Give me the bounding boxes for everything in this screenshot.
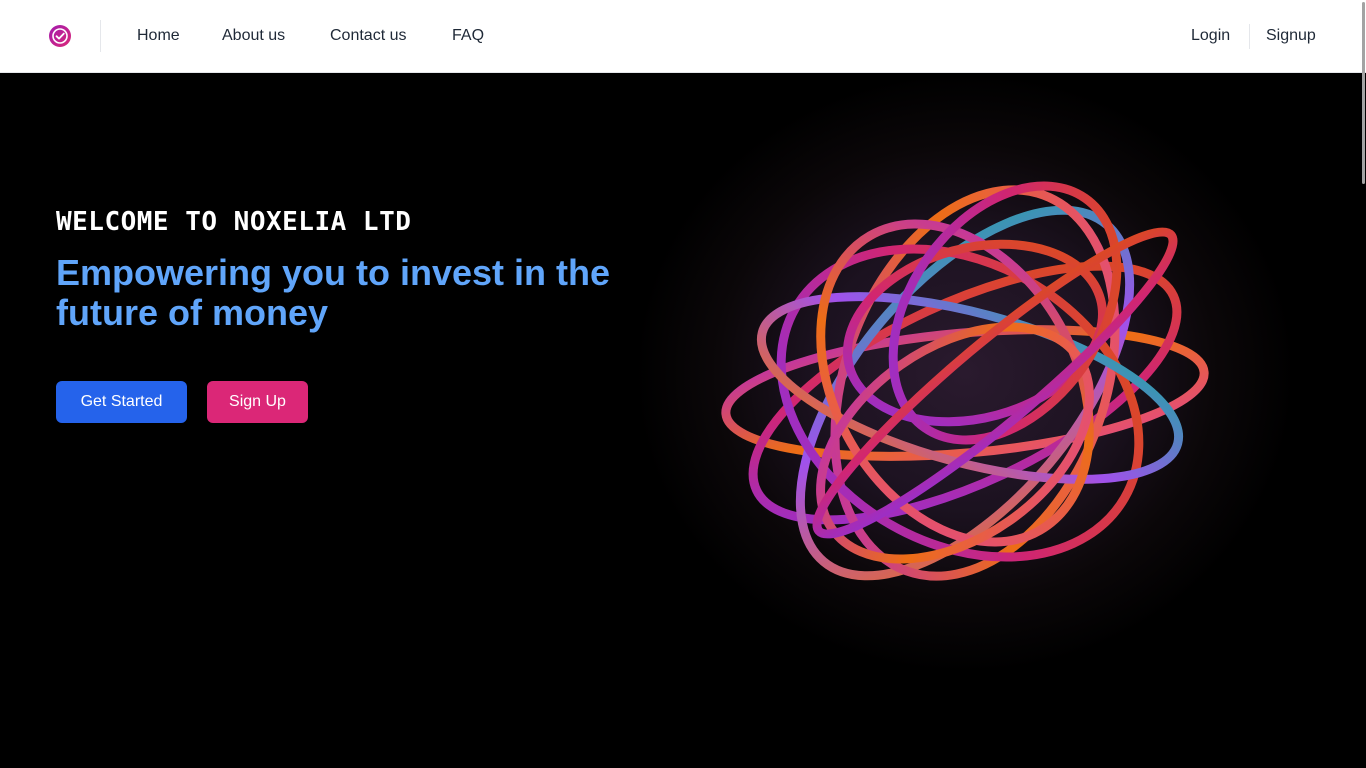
hero-section: WELCOME TO NOXELIA LTD Empowering you to… [0, 73, 1366, 768]
auth-divider [1249, 24, 1250, 49]
nav-about-link[interactable]: About us [222, 26, 285, 46]
nav-contact-link[interactable]: Contact us [330, 26, 406, 46]
hero-headline: Empowering you to invest in the future o… [56, 252, 611, 333]
scrollbar-thumb[interactable] [1362, 2, 1365, 184]
nav-faq-link[interactable]: FAQ [452, 26, 484, 46]
welcome-heading: WELCOME TO NOXELIA LTD [56, 207, 412, 237]
hero-ribbon-illustration [721, 181, 1209, 581]
scrollbar[interactable] [1360, 0, 1366, 768]
sign-up-button[interactable]: Sign Up [207, 381, 308, 423]
get-started-button[interactable]: Get Started [56, 381, 187, 423]
nav-home-link[interactable]: Home [137, 26, 180, 46]
top-navbar: Home About us Contact us FAQ Login Signu… [0, 0, 1366, 73]
logo-icon[interactable] [48, 24, 72, 48]
login-link[interactable]: Login [1191, 26, 1230, 46]
signup-link[interactable]: Signup [1266, 26, 1316, 46]
nav-divider [100, 20, 101, 52]
